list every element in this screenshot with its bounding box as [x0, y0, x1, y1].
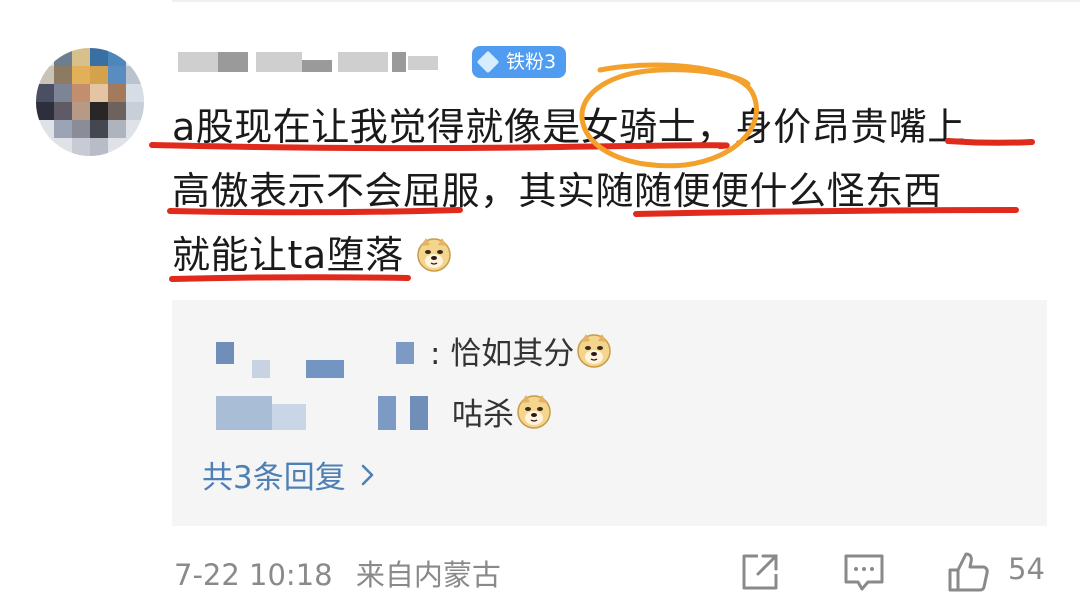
share-icon[interactable]	[736, 548, 784, 596]
doge-emoji	[417, 238, 452, 272]
top-divider	[172, 0, 1080, 2]
doge-emoji	[577, 334, 612, 368]
like-icon[interactable]	[944, 548, 992, 596]
comment-meta: 7-22 10:18 来自内蒙古	[174, 552, 515, 594]
like-count: 54	[1008, 552, 1045, 586]
comment-text: a股现在让我觉得就像是女骑士，身价昂贵嘴上 高傲表示不会屈服，其实随随便便什么怪…	[172, 95, 1052, 287]
username-blurred[interactable]	[178, 46, 458, 80]
reply-item[interactable]: : 恰如其分	[430, 325, 612, 375]
chevron-right-icon	[361, 464, 374, 485]
reply-item[interactable]: 咕杀	[452, 386, 552, 436]
reply-text: : 恰如其分	[430, 335, 575, 372]
comment-line: 高傲表示不会屈服，其实随随便便什么怪东西	[172, 169, 943, 213]
comment-line: 就能让ta堕落	[172, 223, 1052, 287]
diamond-icon	[476, 50, 500, 74]
fan-badge: 铁粉3	[472, 46, 567, 78]
comment-location: 来自内蒙古	[355, 558, 501, 592]
comment-icon[interactable]	[840, 548, 888, 596]
comment-line-text: 就能让ta堕落	[172, 233, 404, 277]
more-replies-label: 共3条回复	[202, 460, 346, 496]
more-replies-link[interactable]: 共3条回复	[202, 452, 376, 497]
doge-emoji	[517, 395, 551, 429]
avatar[interactable]	[36, 48, 144, 156]
reply-text: 咕杀	[452, 396, 514, 433]
comment-line: a股现在让我觉得就像是女骑士，身价昂贵嘴上	[172, 105, 966, 149]
fan-badge-label: 铁粉3	[506, 51, 557, 73]
comment-date: 7-22 10:18	[174, 558, 333, 592]
